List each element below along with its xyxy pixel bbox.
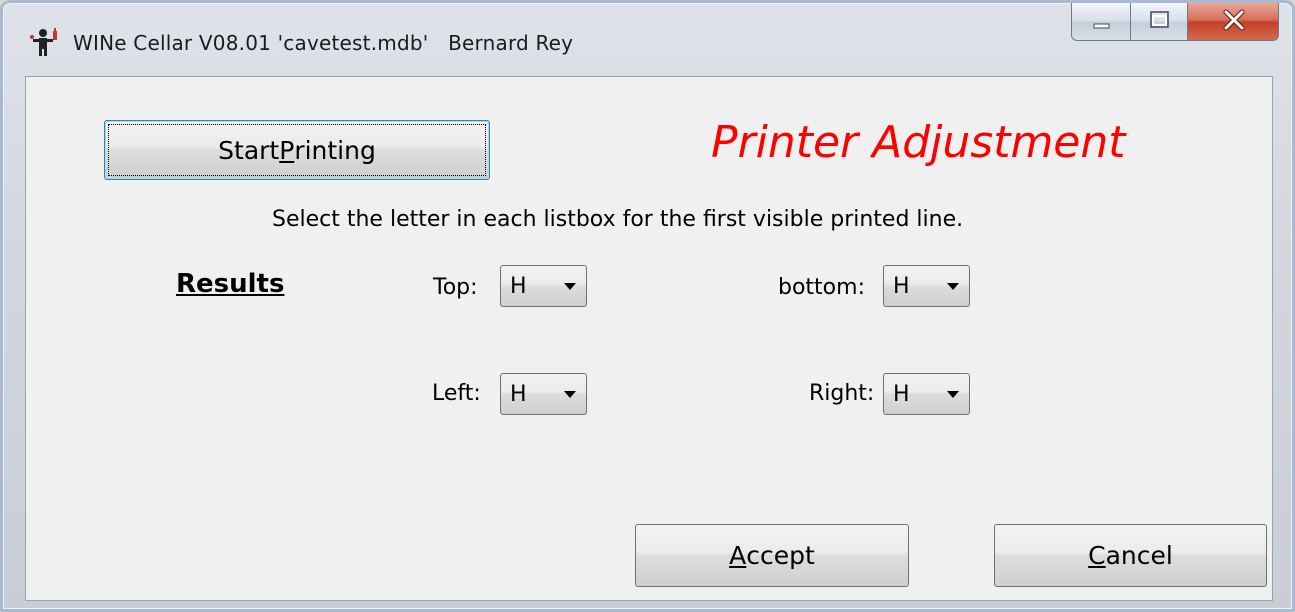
cancel-button[interactable]: Cancel [994,524,1267,587]
minimize-icon [1093,23,1110,29]
cancel-accel: C [1088,541,1106,570]
top-select-value: H [510,274,527,299]
accept-button[interactable]: Accept [635,524,909,587]
accept-label: ccept [746,541,815,570]
close-button[interactable] [1187,3,1279,41]
close-icon [1223,9,1245,31]
start-printing-label-pre: Start [218,135,280,165]
cancel-label: ancel [1105,541,1173,570]
chevron-down-icon [947,283,959,290]
top-select[interactable]: H [500,265,587,307]
left-label: Left: [432,381,481,406]
maximize-button[interactable] [1130,3,1188,41]
app-window: WINe Cellar V08.01 'cavetest.mdb' Bernar… [0,0,1295,612]
instruction-text: Select the letter in each listbox for th… [272,207,964,232]
left-select-value: H [510,382,527,407]
start-printing-button[interactable]: Start Printing [104,120,490,180]
bottom-select-value: H [893,274,910,299]
accept-accel: A [729,541,747,570]
right-select-value: H [893,382,910,407]
chevron-down-icon [564,283,576,290]
app-icon[interactable] [29,27,65,57]
chevron-down-icon [947,391,959,398]
title-bar[interactable]: WINe Cellar V08.01 'cavetest.mdb' Bernar… [3,3,1292,73]
left-select[interactable]: H [500,373,587,415]
bottom-select[interactable]: H [883,265,970,307]
maximize-icon [1150,11,1169,28]
start-printing-accel: P [279,135,295,165]
start-printing-label-post: rinting [294,135,376,165]
dialog-body: Start Printing Printer Adjustment Select… [25,76,1273,601]
top-label: Top: [433,275,478,300]
page-title: Printer Adjustment [711,117,1126,168]
right-select[interactable]: H [883,373,970,415]
right-label: Right: [809,381,875,406]
window-title: WINe Cellar V08.01 'cavetest.mdb' Bernar… [73,31,574,55]
results-heading: Results [176,269,285,299]
chevron-down-icon [564,391,576,398]
minimize-button[interactable] [1071,3,1131,41]
bottom-label: bottom: [778,275,865,300]
